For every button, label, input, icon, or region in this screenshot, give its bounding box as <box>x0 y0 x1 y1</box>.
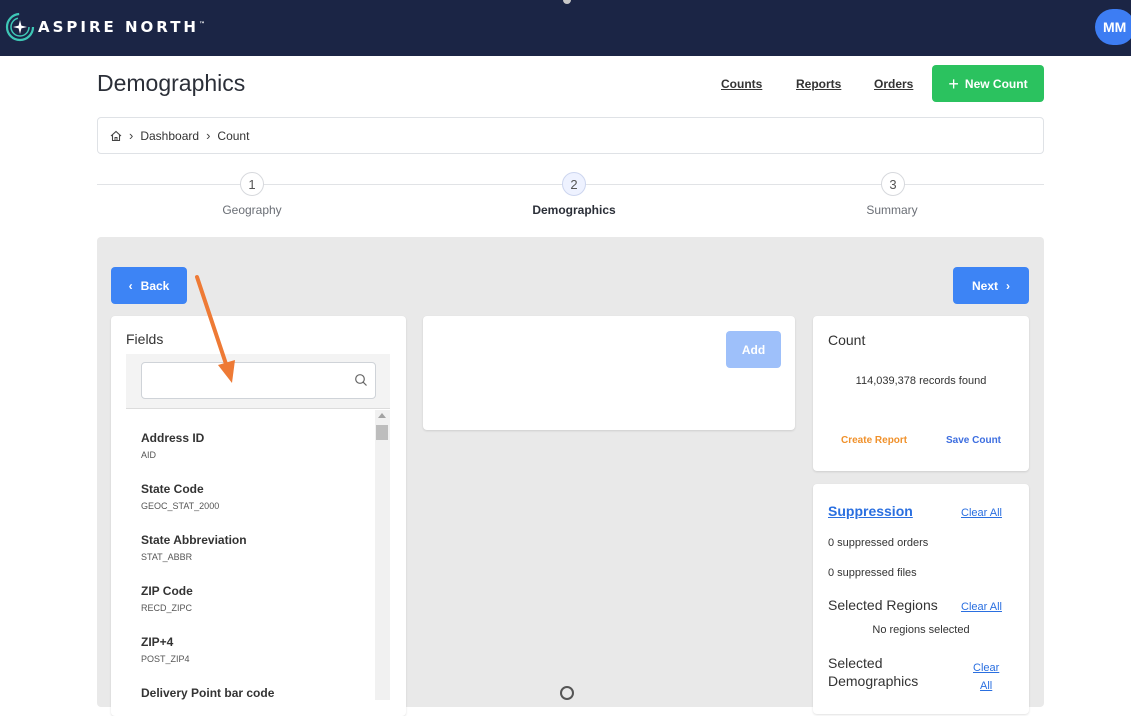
scroll-thumb[interactable] <box>376 425 388 440</box>
search-icon[interactable] <box>354 373 368 387</box>
regions-clear-all[interactable]: Clear All <box>961 601 1002 613</box>
chevron-right-icon: › <box>129 128 134 143</box>
clear-line2: All <box>980 680 993 692</box>
demographics-workarea: ‹ Back Next › Fields Address ID AID Stat… <box>97 237 1044 716</box>
fields-panel: Fields Address ID AID State Code GEOC_ST… <box>111 316 406 716</box>
fields-scrollbar[interactable] <box>375 410 390 700</box>
top-navbar: ASPIRE NORTH™ MM <box>0 0 1131 56</box>
field-code: GEOC_STAT_2000 <box>141 501 220 511</box>
save-count-link[interactable]: Save Count <box>946 435 1001 446</box>
fields-search-wrapper <box>126 354 390 409</box>
field-code: STAT_ABBR <box>141 552 193 562</box>
count-title: Count <box>828 332 866 348</box>
field-code: RECD_ZIPC <box>141 603 193 613</box>
list-item[interactable]: State Code GEOC_STAT_2000 <box>141 482 219 511</box>
field-code: POST_ZIP4 <box>141 654 190 664</box>
page-title: Demographics <box>97 70 246 96</box>
criteria-panel: Add <box>423 316 795 430</box>
add-button[interactable]: Add <box>726 331 781 368</box>
back-label: Back <box>140 278 170 293</box>
next-label: Next <box>971 278 998 293</box>
new-count-button[interactable]: + New Count <box>932 65 1044 102</box>
records-found: 114,039,378 records found <box>855 375 987 387</box>
fields-search-input[interactable] <box>141 362 376 399</box>
chevron-right-icon: › <box>206 128 211 143</box>
count-panel: Count 114,039,378 records found Create R… <box>813 316 1029 471</box>
back-button[interactable]: ‹ Back <box>111 267 187 304</box>
compass-star-icon <box>5 12 35 42</box>
breadcrumb-dashboard[interactable]: Dashboard <box>140 129 199 143</box>
chevron-right-icon: › <box>1006 278 1010 293</box>
suppressed-orders: 0 suppressed orders <box>828 537 929 549</box>
selected-demographics-title: Selected Demographics <box>828 654 918 690</box>
reports-link[interactable]: Reports <box>796 77 841 91</box>
create-report-link[interactable]: Create Report <box>841 435 907 446</box>
counts-link[interactable]: Counts <box>721 77 762 91</box>
loading-spinner-icon <box>560 686 574 700</box>
selected-regions-title: Selected Regions <box>828 597 938 613</box>
demographics-clear-all[interactable]: Clear All <box>973 659 999 695</box>
step-demographics-label: Demographics <box>532 203 616 217</box>
suppression-clear-all[interactable]: Clear All <box>961 507 1002 519</box>
fields-title: Fields <box>126 331 164 347</box>
orders-link[interactable]: Orders <box>874 77 913 91</box>
field-name: ZIP Code <box>141 584 193 598</box>
notification-dot <box>563 0 571 4</box>
home-icon[interactable] <box>110 130 122 142</box>
list-item[interactable]: ZIP Code RECD_ZIPC <box>141 584 193 613</box>
list-item[interactable]: Delivery Point bar code <box>141 686 274 700</box>
field-name: ZIP+4 <box>141 635 174 649</box>
next-button[interactable]: Next › <box>953 267 1029 304</box>
step-1-circle[interactable]: 1 <box>240 172 264 196</box>
suppressed-files: 0 suppressed files <box>828 567 917 579</box>
field-code: AID <box>141 450 157 460</box>
step-2-circle[interactable]: 2 <box>562 172 586 196</box>
list-item[interactable]: ZIP+4 POST_ZIP4 <box>141 635 190 664</box>
clear-line1: Clear <box>973 662 1000 674</box>
scroll-up-arrow-icon[interactable] <box>378 413 386 418</box>
field-name: State Abbreviation <box>141 533 247 547</box>
suppression-link[interactable]: Suppression <box>828 503 913 519</box>
breadcrumb: › Dashboard › Count <box>97 117 1044 154</box>
selected-demographics-line1: Selected <box>828 655 883 671</box>
step-summary-label: Summary <box>866 203 918 217</box>
fields-list[interactable]: Address ID AID State Code GEOC_STAT_2000… <box>126 410 375 700</box>
suppression-panel: Suppression Clear All 0 suppressed order… <box>813 484 1029 714</box>
breadcrumb-count: Count <box>217 128 250 143</box>
new-count-label: New Count <box>964 76 1028 91</box>
field-name: Address ID <box>141 431 205 445</box>
no-regions-text: No regions selected <box>872 624 970 636</box>
field-name: Delivery Point bar code <box>141 686 275 700</box>
list-item[interactable]: Address ID AID <box>141 431 204 460</box>
brand-name: ASPIRE NORTH™ <box>38 18 205 36</box>
list-item[interactable]: State Abbreviation STAT_ABBR <box>141 533 247 562</box>
selected-demographics-line2: Demographics <box>828 673 919 689</box>
chevron-left-icon: ‹ <box>128 278 133 293</box>
brand-logo[interactable]: ASPIRE NORTH™ <box>4 10 205 44</box>
step-geography-label: Geography <box>222 203 282 217</box>
field-name: State Code <box>141 482 204 496</box>
step-3-circle[interactable]: 3 <box>881 172 905 196</box>
plus-icon: + <box>948 73 959 94</box>
user-avatar[interactable]: MM <box>1095 9 1131 45</box>
